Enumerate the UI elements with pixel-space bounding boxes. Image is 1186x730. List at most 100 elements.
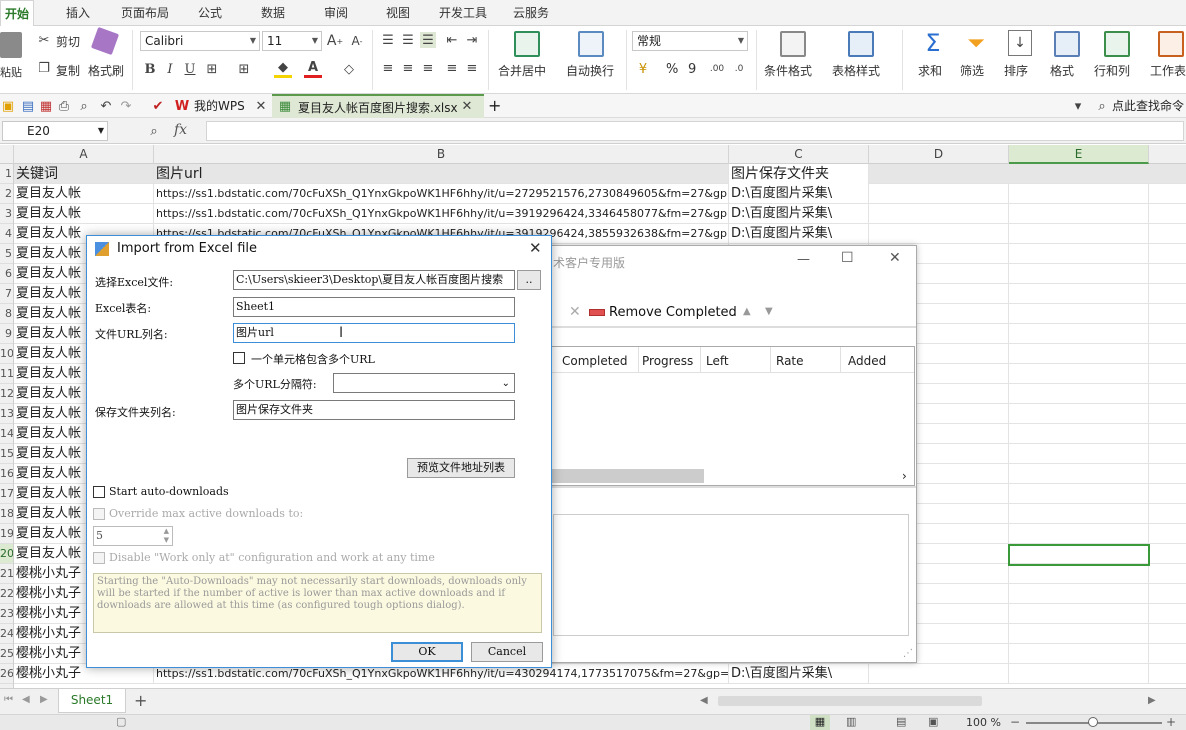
wrap-text-button[interactable]: 自动换行: [566, 62, 614, 79]
horizontal-scrollbar[interactable]: [552, 469, 704, 483]
cell[interactable]: [1009, 644, 1149, 664]
cell[interactable]: [1009, 224, 1149, 244]
scissors-icon[interactable]: ✂: [36, 32, 52, 48]
formula-input[interactable]: [206, 121, 1184, 141]
column-rate[interactable]: Rate: [776, 354, 804, 368]
font-size-select[interactable]: 11 ▼: [262, 31, 322, 51]
align-right-icon[interactable]: ≡: [420, 60, 436, 76]
add-sheet-icon[interactable]: +: [134, 691, 147, 710]
row-header[interactable]: 26: [0, 664, 13, 684]
cell[interactable]: [1009, 284, 1149, 304]
separator-select[interactable]: ⌄: [333, 373, 515, 393]
row-header[interactable]: 5: [0, 244, 13, 264]
conditional-format-icon[interactable]: [780, 31, 806, 57]
override-max-label[interactable]: Override max active downloads to:: [109, 507, 303, 520]
close-icon[interactable]: ✕: [529, 239, 542, 257]
tab-developer[interactable]: 开发工具: [434, 0, 492, 26]
tab-formulas[interactable]: 公式: [190, 0, 230, 26]
column-left[interactable]: Left: [706, 354, 729, 368]
tab-view[interactable]: 视图: [378, 0, 418, 26]
cell-a1[interactable]: 关键词: [14, 164, 154, 184]
save-icon[interactable]: ▣: [0, 98, 16, 114]
cell[interactable]: [1009, 344, 1149, 364]
disable-work-label[interactable]: Disable "Work only at" configuration and…: [109, 551, 435, 564]
align-center-icon[interactable]: ≡: [400, 60, 416, 76]
filter-button[interactable]: 筛选: [960, 62, 984, 79]
copy-icon[interactable]: ❐: [36, 60, 52, 76]
format-painter-icon[interactable]: [90, 26, 120, 56]
row-header[interactable]: 19: [0, 524, 13, 544]
sheet-tab-sheet1[interactable]: Sheet1: [58, 689, 126, 713]
row-header[interactable]: 2: [0, 184, 13, 204]
worksheet-button[interactable]: 工作表: [1150, 62, 1186, 79]
cell[interactable]: [869, 224, 1009, 244]
scroll-right-icon[interactable]: ›: [902, 469, 907, 483]
cell[interactable]: [1009, 304, 1149, 324]
cell[interactable]: [1009, 664, 1149, 684]
settings-icon[interactable]: ▾: [1070, 98, 1086, 114]
paste-label[interactable]: 粘贴: [0, 64, 22, 80]
row-header[interactable]: 18: [0, 504, 13, 524]
align-bottom-icon[interactable]: ☰: [420, 32, 436, 48]
cell[interactable]: D:\百度图片采集\: [729, 184, 869, 204]
cell-border-icon[interactable]: ⊞: [236, 60, 252, 78]
override-max-checkbox[interactable]: [93, 508, 105, 520]
cell[interactable]: [1009, 384, 1149, 404]
remove-completed-button[interactable]: Remove Completed: [609, 305, 737, 320]
cell[interactable]: https://ss1.bdstatic.com/70cFuXSh_Q1YnxG…: [154, 204, 729, 224]
increase-decimal-icon[interactable]: .00: [708, 58, 726, 80]
format-button[interactable]: 格式: [1050, 62, 1074, 79]
cell[interactable]: 夏目友人帐: [14, 184, 154, 204]
cell[interactable]: [1009, 204, 1149, 224]
cell[interactable]: 夏目友人帐: [14, 204, 154, 224]
cell[interactable]: [1009, 424, 1149, 444]
row-header[interactable]: 22: [0, 584, 13, 604]
sum-icon[interactable]: Σ: [920, 29, 946, 57]
column-header-d[interactable]: D: [869, 145, 1009, 164]
minimize-icon[interactable]: —: [797, 252, 810, 267]
increase-font-icon[interactable]: A +: [326, 32, 344, 50]
row-header[interactable]: 10: [0, 344, 13, 364]
cell[interactable]: [1009, 464, 1149, 484]
column-header-e[interactable]: E: [1009, 145, 1149, 164]
url-column-input[interactable]: 图片url: [233, 323, 515, 343]
column-progress[interactable]: Progress: [642, 354, 693, 368]
customize-icon[interactable]: ✔: [150, 98, 166, 114]
tab-data[interactable]: 数据: [252, 0, 294, 26]
format-painter-button[interactable]: 格式刷: [88, 62, 124, 79]
cell[interactable]: https://ss1.bdstatic.com/70cFuXSh_Q1YnxG…: [154, 184, 729, 204]
save-disk-icon[interactable]: ▤: [20, 98, 36, 114]
wrap-text-icon[interactable]: [578, 31, 604, 57]
currency-icon[interactable]: ¥: [634, 60, 652, 78]
active-document-tab[interactable]: ▦ 夏目友人帐百度图片搜索.xlsx: [272, 94, 484, 118]
move-down-icon[interactable]: ▼: [765, 306, 773, 317]
paste-icon[interactable]: [0, 32, 22, 58]
cut-button[interactable]: 剪切: [56, 33, 80, 50]
multi-url-label[interactable]: 一个单元格包含多个URL: [251, 351, 375, 367]
resize-grip-icon[interactable]: ⋰: [903, 648, 913, 659]
percent-button[interactable]: %: [666, 62, 678, 77]
sort-icon[interactable]: ↓: [1008, 30, 1032, 56]
cell[interactable]: D:\百度图片采集\: [729, 224, 869, 244]
justify-icon[interactable]: ≡: [444, 60, 460, 76]
row-header[interactable]: 23: [0, 604, 13, 624]
row-header[interactable]: 25: [0, 644, 13, 664]
table-style-button[interactable]: 表格样式: [832, 62, 880, 79]
row-header[interactable]: 6: [0, 264, 13, 284]
prev-sheet-icon[interactable]: ◀: [22, 694, 30, 705]
selected-cell-e20[interactable]: [1008, 544, 1150, 566]
cell[interactable]: [1009, 484, 1149, 504]
name-box[interactable]: E20 ▼: [2, 121, 108, 141]
cancel-button[interactable]: Cancel: [471, 642, 543, 662]
reading-mode-icon[interactable]: ▣: [928, 715, 938, 728]
decrease-font-icon[interactable]: A-: [348, 32, 366, 50]
scroll-right-icon[interactable]: ▶: [1148, 695, 1156, 706]
cell[interactable]: [1009, 564, 1149, 584]
cell[interactable]: [1009, 604, 1149, 624]
horizontal-scrollbar[interactable]: [718, 696, 982, 706]
row-header[interactable]: 1: [0, 164, 13, 184]
new-tab-button[interactable]: +: [488, 94, 501, 118]
cell[interactable]: [1009, 184, 1149, 204]
command-search[interactable]: 点此查找命令: [1112, 94, 1184, 118]
italic-icon[interactable]: I: [162, 60, 178, 78]
